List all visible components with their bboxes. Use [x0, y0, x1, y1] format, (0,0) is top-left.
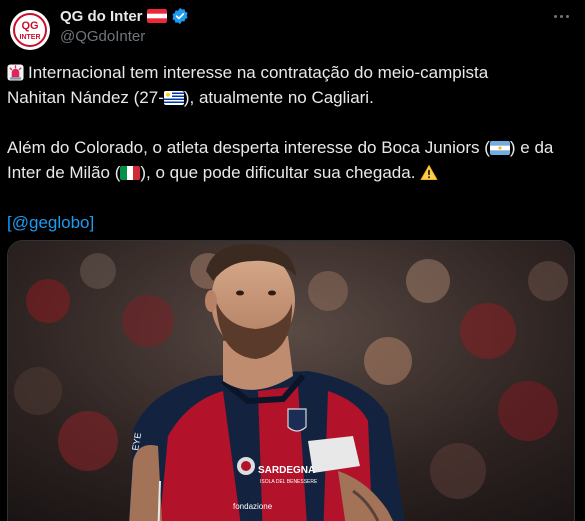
flag-austria-icon [146, 9, 167, 23]
flag-italy-icon [120, 166, 141, 180]
jersey-sponsor-subtext: ISOLA DEL BENESSERE [260, 479, 318, 485]
verified-badge-icon[interactable] [171, 7, 189, 25]
dot-icon [553, 14, 557, 18]
svg-text:INTER: INTER [20, 34, 41, 41]
tweet-line-3-text-a: Além do Colorado, o atleta desperta inte… [7, 138, 490, 157]
avatar[interactable]: QG INTER [10, 10, 50, 50]
jersey-sponsor2-text: fondazione [233, 502, 273, 511]
svg-text:QG: QG [21, 20, 38, 32]
tweet-card: QG INTER QG do Inter @QGdoInter Internac… [0, 0, 585, 521]
qg-inter-logo-icon: QG INTER [11, 11, 49, 49]
source-bracket-close: ] [89, 213, 95, 232]
tweet-line-3-text-b: ) e da [509, 138, 554, 157]
tweet-line: Nahitan Nández (27- ), atualmente no Cag… [7, 85, 577, 110]
dot-icon [559, 14, 563, 18]
tweet-line-4-text-a: Inter de Milão ( [7, 163, 121, 182]
more-options-button[interactable] [549, 6, 573, 26]
warning-icon [420, 164, 438, 181]
flag-uruguay-icon [163, 91, 184, 105]
police-siren-icon [7, 64, 24, 81]
tweet-line-1-text: Internacional tem interesse na contrataç… [28, 63, 489, 82]
tweet-source-line: [@geglobo] [7, 210, 577, 235]
author-name-row[interactable]: QG do Inter [60, 6, 189, 26]
tweet-line: Inter de Milão ( ), o que pode dificulta… [7, 160, 577, 185]
tweet-text: Internacional tem interesse na contrataç… [7, 60, 577, 235]
author-handle[interactable]: @QGdoInter [60, 28, 145, 45]
tweet-line: Além do Colorado, o atleta desperta inte… [7, 135, 577, 160]
source-mention-link[interactable]: @geglobo [12, 213, 90, 232]
player-jersey: SARDEGNA ISOLA DEL BENESSERE fondazione … [128, 371, 405, 521]
tweet-line-2-text-b: ), atualmente no Cagliari. [183, 88, 374, 107]
player-photo-image: SARDEGNA ISOLA DEL BENESSERE fondazione … [8, 241, 574, 521]
jersey-sponsor-text: SARDEGNA [258, 465, 315, 476]
tweet-line-4-text-b: ), o que pode dificultar sua chegada. [140, 163, 421, 182]
flag-argentina-icon [489, 141, 510, 155]
author-display-name[interactable]: QG do Inter [60, 8, 143, 25]
tweet-media-photo[interactable]: SARDEGNA ISOLA DEL BENESSERE fondazione … [7, 240, 575, 521]
tweet-line: Internacional tem interesse na contrataç… [7, 60, 577, 85]
dot-icon [565, 14, 569, 18]
tweet-line-2-text-a: Nahitan Nández (27- [7, 88, 164, 107]
